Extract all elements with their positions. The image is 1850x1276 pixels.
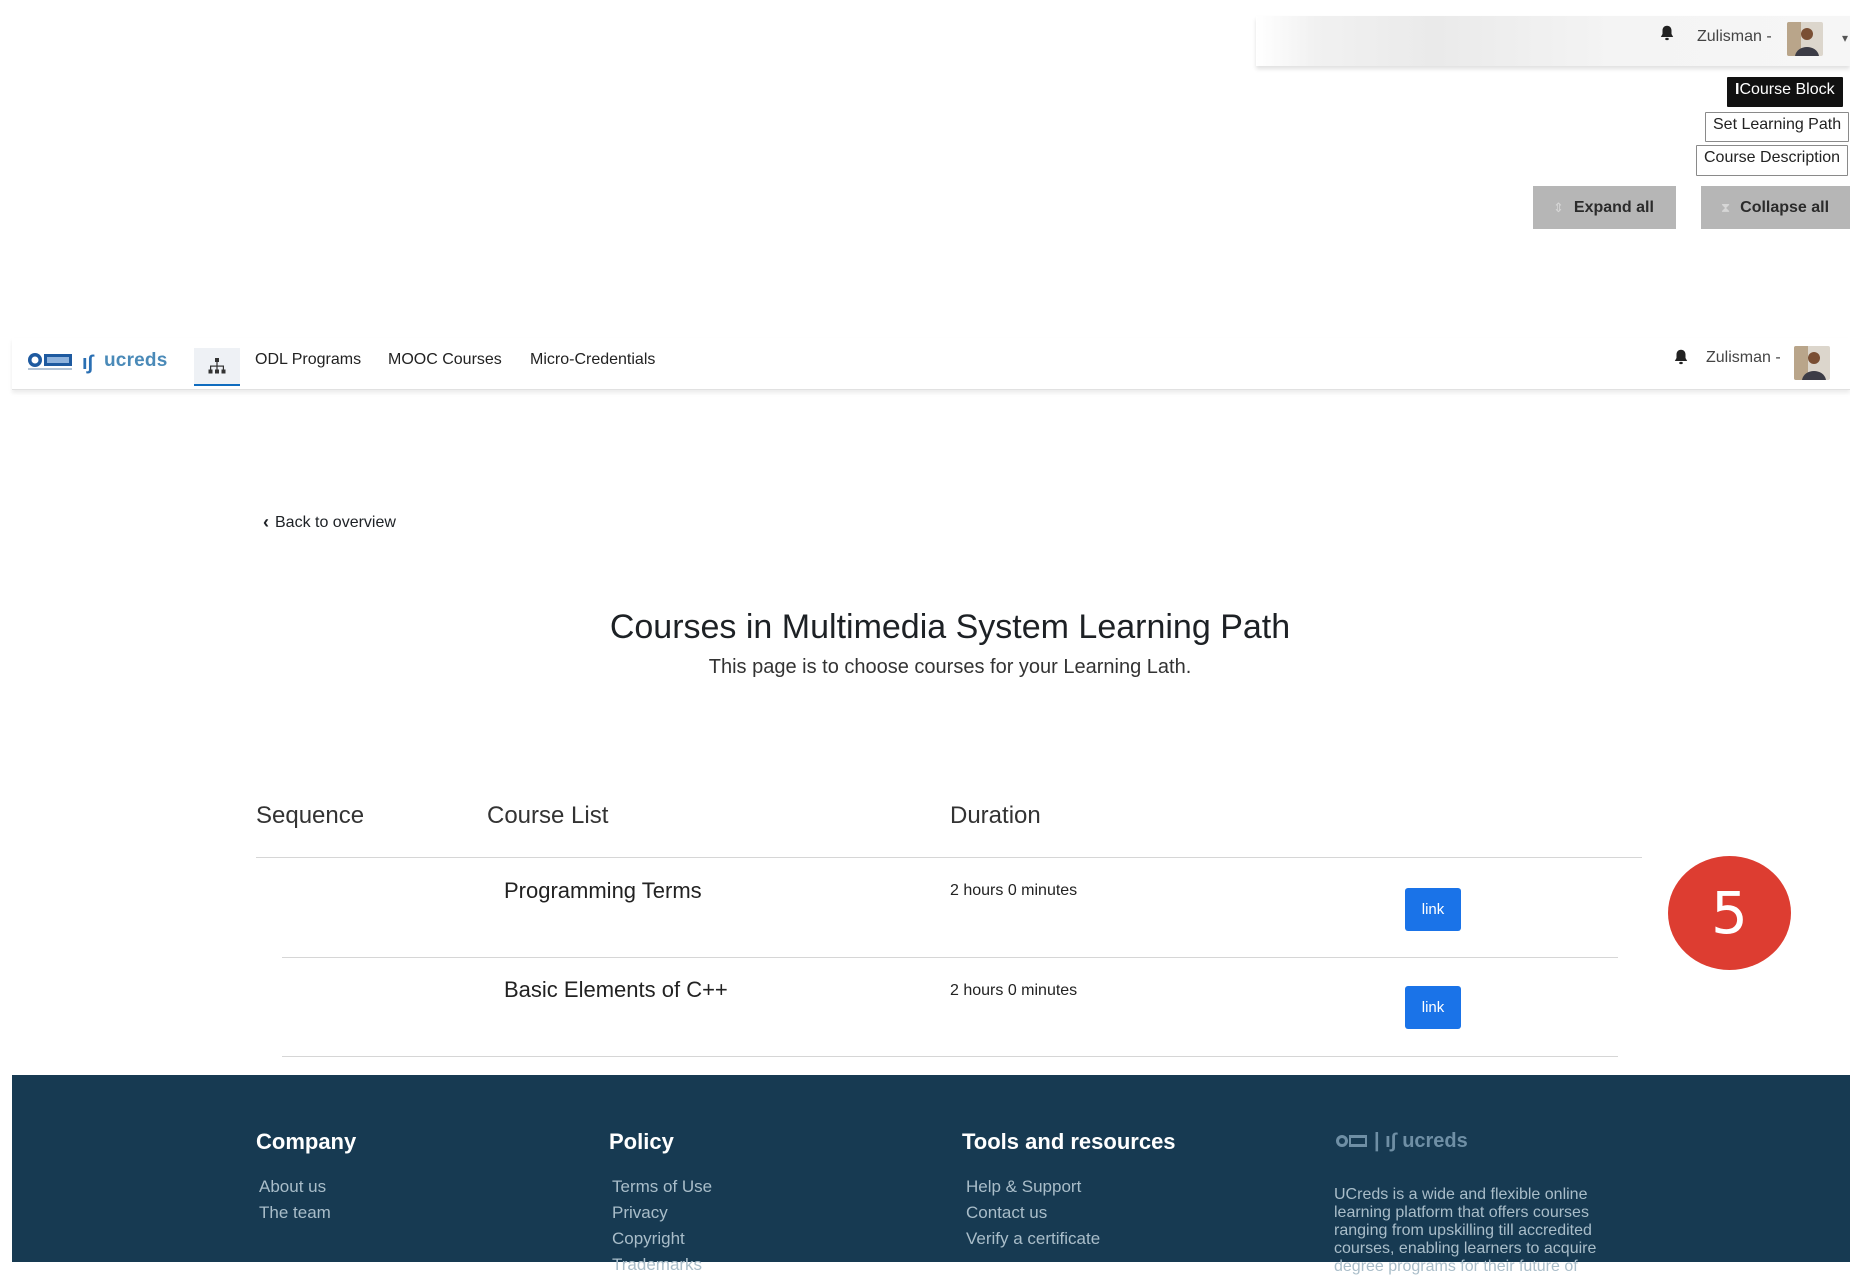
page-subtitle: This page is to choose courses for your …: [708, 656, 1192, 678]
page-title: Courses in Multimedia System Learning Pa…: [609, 608, 1291, 646]
footer-description: UCreds is a wide and flexible online lea…: [1334, 1186, 1597, 1275]
user-menu-label[interactable]: Zulisman -: [1697, 28, 1772, 46]
sitemap-icon: [208, 358, 226, 374]
course-duration: 2 hours 0 minutes: [950, 982, 1078, 999]
collapse-all-button[interactable]: ⧗ Collapse all: [1701, 186, 1850, 229]
course-block-button[interactable]: ICourse Block: [1727, 77, 1843, 107]
footer-link-terms-of-use[interactable]: Terms of Use: [612, 1177, 712, 1197]
utem-logo: [1336, 1134, 1367, 1147]
expand-icon: ⇕: [1553, 199, 1564, 215]
set-learning-path-button[interactable]: Set Learning Path: [1705, 112, 1850, 142]
user-avatar[interactable]: [1787, 22, 1823, 56]
ucreds-logo: ucreds: [1402, 1130, 1468, 1152]
chevron-down-icon[interactable]: ▾: [1842, 31, 1848, 45]
course-link-button[interactable]: link: [1405, 986, 1461, 1029]
chevron-left-icon: ‹: [263, 512, 269, 532]
collapse-icon: ⧗: [1721, 199, 1731, 215]
footer-link-privacy[interactable]: Privacy: [612, 1203, 668, 1223]
footer-heading-policy: Policy: [609, 1129, 674, 1154]
column-header-sequence: Sequence: [256, 802, 365, 829]
notification-bell-icon[interactable]: [1672, 348, 1690, 366]
column-header-duration: Duration: [950, 802, 1041, 829]
footer-heading-company: Company: [256, 1129, 357, 1154]
table-header-divider: [256, 857, 1642, 858]
user-avatar[interactable]: [1794, 346, 1830, 380]
footer-link-about-us[interactable]: About us: [259, 1177, 326, 1197]
back-to-overview-link[interactable]: ‹ Back to overview: [263, 512, 396, 533]
footer-link-verify-certificate[interactable]: Verify a certificate: [966, 1229, 1100, 1249]
course-name: Programming Terms: [504, 878, 702, 903]
ucreds-logo-mark-icon: | ı∫: [1374, 1130, 1397, 1152]
expand-all-button[interactable]: ⇕ Expand all: [1533, 186, 1676, 229]
nav-odl-programs[interactable]: ODL Programs: [255, 351, 361, 369]
course-duration: 2 hours 0 minutes: [950, 882, 1078, 899]
ucreds-logo[interactable]: ucreds: [104, 350, 168, 372]
course-name: Basic Elements of C++: [504, 977, 728, 1002]
row-divider: [282, 1056, 1618, 1057]
footer-link-contact-us[interactable]: Contact us: [966, 1203, 1047, 1223]
footer-link-trademarks[interactable]: Trademarks: [612, 1255, 702, 1275]
footer-link-the-team[interactable]: The team: [259, 1203, 331, 1223]
notification-bell-icon[interactable]: [1658, 24, 1676, 42]
footer-link-copyright[interactable]: Copyright: [612, 1229, 685, 1249]
footer-logo: | ı∫ ucreds: [1334, 1130, 1468, 1153]
step-number-badge: 5: [1668, 856, 1791, 970]
footer-link-help-support[interactable]: Help & Support: [966, 1177, 1081, 1197]
ucreds-logo-mark-icon: ı∫: [82, 352, 94, 374]
course-description-button[interactable]: Course Description: [1696, 145, 1849, 176]
course-link-button[interactable]: link: [1405, 888, 1461, 931]
nav-mooc-courses[interactable]: MOOC Courses: [388, 351, 502, 369]
utem-logo[interactable]: [26, 351, 74, 373]
nav-micro-credentials[interactable]: Micro-Credentials: [530, 351, 655, 369]
footer-heading-tools: Tools and resources: [962, 1129, 1176, 1154]
sitemap-button[interactable]: [194, 348, 240, 386]
row-divider: [282, 957, 1618, 958]
column-header-course-list: Course List: [487, 802, 609, 829]
user-menu-label[interactable]: Zulisman -: [1706, 349, 1781, 367]
